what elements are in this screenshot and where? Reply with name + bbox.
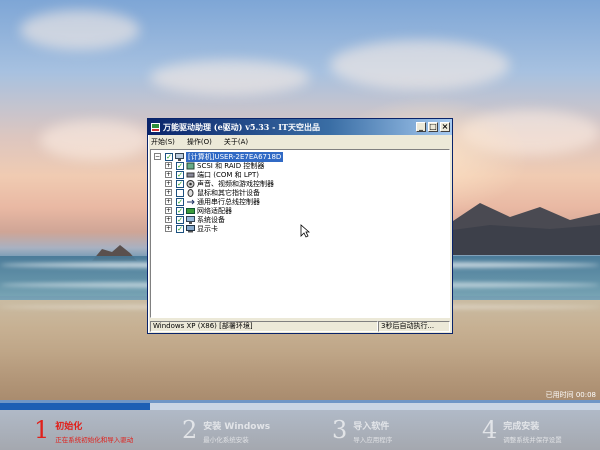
step-number: 1 <box>34 416 50 444</box>
step-description: 导入应用程序 <box>353 436 393 444</box>
mouse-cursor-icon <box>300 224 310 238</box>
progress-fill <box>0 403 150 410</box>
cloud <box>330 40 510 90</box>
expand-toggle[interactable]: + <box>165 162 172 169</box>
expand-toggle[interactable]: + <box>165 207 172 214</box>
progress-bar <box>0 403 600 410</box>
cloud <box>150 60 310 95</box>
step-number: 3 <box>332 416 348 444</box>
step-4: 4 完成安装 调整系统并保存设置 <box>482 418 562 444</box>
menu-about[interactable]: 关于(A) <box>224 137 248 147</box>
checkbox[interactable]: ✓ <box>176 206 184 215</box>
mouse-icon <box>187 188 194 197</box>
step-2: 2 安装 Windows 最小化系统安装 <box>182 418 270 444</box>
step-title: 完成安装 <box>503 422 540 432</box>
status-countdown: 3秒后自动执行... <box>378 321 450 332</box>
checkbox[interactable]: ✓ <box>176 215 184 224</box>
expand-toggle[interactable]: + <box>165 216 172 223</box>
step-description: 最小化系统安装 <box>203 436 249 444</box>
close-button[interactable]: × <box>440 122 450 132</box>
expand-toggle[interactable]: + <box>165 180 172 187</box>
menu-start[interactable]: 开始(S) <box>151 137 175 147</box>
step-title: 初始化 <box>55 422 83 432</box>
title-bar[interactable]: 万能驱动助理 (e驱动) v5.33 - IT天空出品 _ □ × <box>148 119 452 135</box>
menu-operate[interactable]: 操作(O) <box>187 137 212 147</box>
checkbox[interactable] <box>176 188 184 197</box>
scsi-controller-icon <box>186 162 195 169</box>
step-description: 正在系统初始化和导入驱动 <box>55 436 134 444</box>
expand-toggle[interactable]: + <box>165 225 172 232</box>
app-icon <box>151 122 160 132</box>
setup-steps: 1 初始化 正在系统初始化和导入驱动 2 安装 Windows 最小化系统安装 … <box>0 410 600 450</box>
expand-toggle[interactable]: + <box>165 198 172 205</box>
minimize-button[interactable]: _ <box>416 122 426 132</box>
port-icon <box>186 172 195 177</box>
checkbox[interactable]: ✓ <box>165 152 173 161</box>
step-3: 3 导入软件 导入应用程序 <box>332 418 392 444</box>
tree-item-label: 显示卡 <box>197 224 218 233</box>
step-description: 调整系统并保存设置 <box>503 436 562 444</box>
system-device-icon <box>186 215 195 224</box>
cloud <box>20 10 140 50</box>
expand-toggle[interactable]: + <box>165 171 172 178</box>
step-1: 1 初始化 正在系统初始化和导入驱动 <box>34 418 133 444</box>
checkbox[interactable]: ✓ <box>176 197 184 206</box>
computer-icon <box>175 152 184 161</box>
step-title: 导入软件 <box>353 422 390 432</box>
display-card-icon <box>186 224 195 232</box>
status-os: Windows XP (X86) [部署环境] <box>150 321 378 332</box>
network-adapter-icon <box>186 207 195 214</box>
status-bar: Windows XP (X86) [部署环境] 3秒后自动执行... <box>150 321 450 332</box>
checkbox[interactable]: ✓ <box>176 161 184 170</box>
cloud <box>40 120 150 160</box>
checkbox[interactable]: ✓ <box>176 170 184 179</box>
menu-bar: 开始(S) 操作(O) 关于(A) <box>148 135 452 148</box>
window-title: 万能驱动助理 (e驱动) v5.33 - IT天空出品 <box>163 121 320 132</box>
checkbox[interactable]: ✓ <box>176 179 184 188</box>
collapse-toggle[interactable]: − <box>154 153 161 160</box>
maximize-button[interactable]: □ <box>428 122 438 132</box>
step-number: 2 <box>182 416 198 444</box>
elapsed-time: 已用时间 00:08 <box>545 391 596 399</box>
sound-icon <box>186 179 195 188</box>
step-title: 安装 Windows <box>203 422 271 432</box>
step-number: 4 <box>482 416 498 444</box>
usb-icon <box>187 199 195 204</box>
expand-toggle[interactable]: + <box>165 189 172 196</box>
checkbox[interactable]: ✓ <box>176 224 184 233</box>
